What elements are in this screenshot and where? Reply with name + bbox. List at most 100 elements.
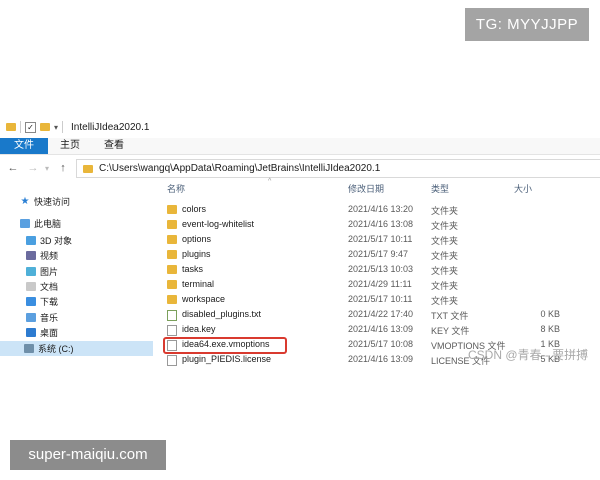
- address-folder-icon: [83, 164, 93, 173]
- properties-icon[interactable]: ✓: [25, 121, 36, 133]
- file-type: 文件夹: [431, 206, 459, 216]
- tab-file[interactable]: 文件: [0, 138, 48, 154]
- forward-arrow-icon[interactable]: →: [26, 162, 40, 174]
- drive-icon: [24, 344, 34, 353]
- sidebar-item-label: 3D 对象: [40, 236, 73, 246]
- new-folder-icon[interactable]: [40, 123, 50, 131]
- file-icon: [167, 325, 177, 336]
- column-header-size[interactable]: 大小: [514, 182, 532, 196]
- column-header-name[interactable]: 名称: [167, 182, 185, 196]
- download-icon: [26, 297, 36, 306]
- highlight-box: [163, 337, 287, 354]
- address-path: C:\Users\wangq\AppData\Roaming\JetBrains…: [99, 163, 381, 174]
- column-header-date[interactable]: 修改日期: [348, 182, 384, 196]
- file-date: 2021/5/17 10:08: [348, 339, 414, 349]
- sidebar-item-3d-objects[interactable]: 3D 对象: [26, 233, 72, 248]
- file-date: 2021/4/29 11:11: [348, 279, 412, 289]
- file-name: tasks: [182, 264, 204, 274]
- file-name: terminal: [182, 279, 215, 289]
- file-type: 文件夹: [431, 251, 459, 261]
- recent-dropdown-icon[interactable]: ▾: [40, 164, 54, 173]
- video-icon: [26, 251, 36, 260]
- sidebar-item-downloads[interactable]: 下载: [26, 294, 58, 309]
- watermark-csdn: CSDN @青春 - 要拼搏: [468, 348, 589, 362]
- file-name: plugins: [182, 249, 211, 259]
- back-arrow-icon[interactable]: ←: [6, 162, 20, 174]
- file-type: 文件夹: [431, 296, 459, 306]
- file-row[interactable]: terminal 2021/4/29 11:11 文件夹: [165, 278, 600, 293]
- sidebar-item-desktop[interactable]: 桌面: [26, 325, 58, 340]
- picture-icon: [26, 267, 36, 276]
- file-date: 2021/4/16 13:09: [348, 324, 414, 334]
- app-folder-icon: [6, 123, 16, 131]
- file-name: workspace: [182, 294, 226, 304]
- quick-access-dropdown-icon[interactable]: ▾: [54, 123, 58, 132]
- file-date: 2021/5/17 10:11: [348, 294, 413, 304]
- file-date: 2021/5/13 10:03: [348, 264, 414, 274]
- file-row[interactable]: workspace 2021/5/17 10:11 文件夹: [165, 293, 600, 308]
- tab-view[interactable]: 查看: [92, 138, 136, 154]
- file-type: TXT 文件: [431, 311, 469, 321]
- sidebar-item-system-drive[interactable]: 系统 (C:): [0, 341, 153, 356]
- file-type: 文件夹: [431, 266, 459, 276]
- file-date: 2021/5/17 10:11: [348, 234, 413, 244]
- folder-icon: [167, 265, 177, 274]
- file-type: KEY 文件: [431, 326, 470, 336]
- up-arrow-icon[interactable]: ↑: [56, 162, 70, 174]
- tab-home[interactable]: 主页: [48, 138, 92, 154]
- file-type: 文件夹: [431, 281, 459, 291]
- divider: [20, 121, 21, 133]
- sidebar-item-pictures[interactable]: 图片: [26, 264, 58, 279]
- sidebar-item-label: 图片: [40, 267, 59, 277]
- file-name: colors: [182, 204, 207, 214]
- sidebar-item-this-pc[interactable]: 此电脑: [20, 216, 61, 231]
- file-name: plugin_PIEDIS.license: [182, 354, 272, 364]
- sidebar-item-label: 下载: [40, 297, 59, 307]
- file-row[interactable]: colors 2021/4/16 13:20 文件夹: [165, 203, 600, 218]
- sort-arrow-icon: ^: [268, 178, 272, 185]
- file-name: event-log-whitelist: [182, 219, 255, 229]
- file-row[interactable]: tasks 2021/5/13 10:03 文件夹: [165, 263, 600, 278]
- sidebar-item-label: 文档: [40, 282, 59, 292]
- sidebar-item-label: 视频: [40, 251, 59, 261]
- sidebar-item-label: 音乐: [40, 313, 59, 323]
- watermark-top: TG: MYYJJPP: [465, 8, 589, 41]
- sidebar-item-music[interactable]: 音乐: [26, 310, 58, 325]
- file-row[interactable]: idea.key 2021/4/16 13:09 KEY 文件 8 KB: [165, 323, 600, 338]
- file-name: options: [182, 234, 212, 244]
- sidebar-item-quick-access[interactable]: ★ 快速访问: [20, 194, 71, 209]
- folder-icon: [167, 235, 177, 244]
- folder-icon: [167, 220, 177, 229]
- file-date: 2021/5/17 9:47: [348, 249, 409, 259]
- folder-icon: [167, 280, 177, 289]
- file-row[interactable]: disabled_plugins.txt 2021/4/22 17:40 TXT…: [165, 308, 600, 323]
- star-icon: ★: [20, 196, 30, 207]
- sidebar-item-label: 快速访问: [34, 197, 71, 207]
- file-name: idea.key: [182, 324, 216, 334]
- computer-icon: [20, 219, 30, 228]
- file-row[interactable]: plugins 2021/5/17 9:47 文件夹: [165, 248, 600, 263]
- file-row[interactable]: event-log-whitelist 2021/4/16 13:08 文件夹: [165, 218, 600, 233]
- sidebar-item-label: 此电脑: [34, 219, 62, 229]
- navigation-pane: ★ 快速访问 此电脑 3D 对象 视频 图片 文档 下载 音乐 桌面 系统 (C…: [0, 182, 153, 366]
- title-bar: ✓ ▾ IntelliJIdea2020.1: [0, 116, 600, 138]
- cube-icon: [26, 236, 36, 245]
- window-title: IntelliJIdea2020.1: [71, 121, 150, 133]
- music-icon: [26, 313, 36, 322]
- text-file-icon: [167, 310, 177, 321]
- file-row[interactable]: options 2021/5/17 10:11 文件夹: [165, 233, 600, 248]
- file-date: 2021/4/16 13:09: [348, 354, 414, 364]
- sidebar-item-label: 系统 (C:): [38, 344, 74, 354]
- file-explorer-window: ✓ ▾ IntelliJIdea2020.1 文件 主页 查看 ← → ▾ ↑ …: [0, 116, 600, 366]
- address-bar[interactable]: C:\Users\wangq\AppData\Roaming\JetBrains…: [76, 159, 600, 178]
- ribbon-tabs: 文件 主页 查看: [0, 138, 600, 155]
- file-date: 2021/4/16 13:20: [348, 204, 414, 214]
- file-size: 8 KB: [540, 324, 560, 334]
- sidebar-item-documents[interactable]: 文档: [26, 279, 58, 294]
- navigation-bar: ← → ▾ ↑ C:\Users\wangq\AppData\Roaming\J…: [0, 156, 600, 180]
- column-header-type[interactable]: 类型: [431, 182, 449, 196]
- folder-icon: [167, 250, 177, 259]
- folder-icon: [167, 205, 177, 214]
- file-type: 文件夹: [431, 221, 459, 231]
- sidebar-item-videos[interactable]: 视频: [26, 248, 58, 263]
